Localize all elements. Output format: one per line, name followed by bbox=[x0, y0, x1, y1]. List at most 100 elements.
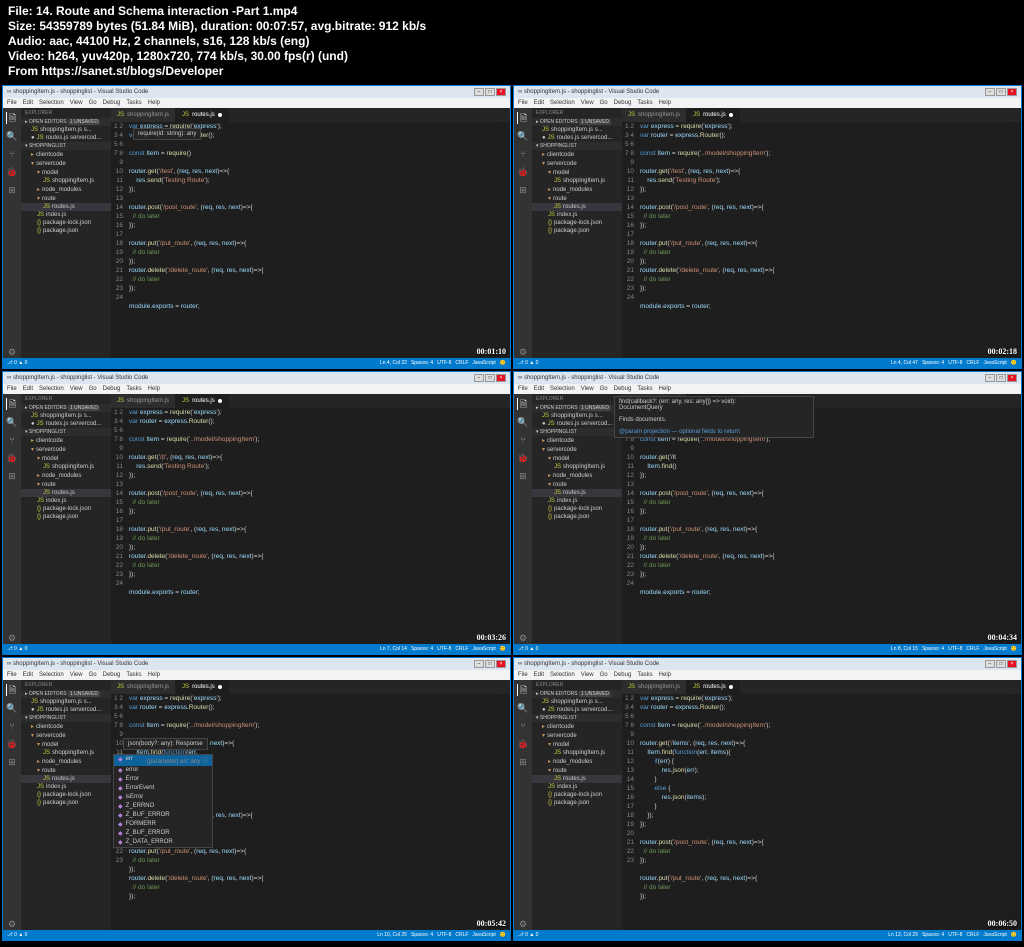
tree-item[interactable]: ▾ servercode bbox=[21, 731, 111, 740]
indent-info[interactable]: Spaces: 4 bbox=[411, 646, 433, 652]
suggestion-item[interactable]: ◆ Z_ERRNO bbox=[114, 802, 212, 811]
tree-item[interactable]: ▸ clientcode bbox=[532, 150, 622, 159]
open-editors-section[interactable]: ▸ OPEN EDITORS 1 UNSAVED bbox=[21, 690, 111, 698]
suggestion-item[interactable]: ◆ err (parameter) err: any ⓘ bbox=[114, 755, 212, 766]
tree-item[interactable]: ▾ servercode bbox=[532, 445, 622, 454]
project-section[interactable]: ▾ SHOPPINGLIST bbox=[532, 428, 622, 436]
menu-item[interactable]: Go bbox=[89, 100, 97, 106]
suggestion-item[interactable]: ◆ FORMERR bbox=[114, 820, 212, 829]
tree-item[interactable]: ▾ model bbox=[21, 168, 111, 177]
menu-item[interactable]: Go bbox=[600, 672, 608, 678]
search-icon[interactable]: 🔍 bbox=[517, 416, 529, 428]
open-editors-section[interactable]: ▸ OPEN EDITORS 1 UNSAVED bbox=[21, 404, 111, 412]
indent-info[interactable]: Spaces: 4 bbox=[411, 360, 433, 366]
menu-item[interactable]: View bbox=[581, 100, 594, 106]
tree-item[interactable]: {} package-lock.json bbox=[21, 219, 111, 227]
indent-info[interactable]: Spaces: 4 bbox=[411, 932, 433, 938]
tree-item[interactable]: JS index.js bbox=[21, 211, 111, 219]
explorer-icon[interactable]: 🗎 bbox=[517, 684, 529, 696]
debug-icon[interactable]: 🐞 bbox=[6, 166, 18, 178]
menu-item[interactable]: Selection bbox=[39, 672, 64, 678]
suggestion-item[interactable]: ◆ Error bbox=[114, 775, 212, 784]
git-branch[interactable]: ⎇ 0 ▲ 0 bbox=[518, 360, 538, 366]
explorer-icon[interactable]: 🗎 bbox=[517, 398, 529, 410]
menu-item[interactable]: File bbox=[7, 100, 17, 106]
tree-item[interactable]: JS shoppingItem.js bbox=[21, 177, 111, 185]
tree-item[interactable]: {} package.json bbox=[532, 799, 622, 807]
tree-item[interactable]: JS routes.js bbox=[532, 203, 622, 211]
project-section[interactable]: ▾ SHOPPINGLIST bbox=[532, 142, 622, 150]
cursor-position[interactable]: Ln 10, Col 25 bbox=[377, 932, 407, 938]
eol[interactable]: CRLF bbox=[966, 646, 979, 652]
menu-item[interactable]: Tasks bbox=[637, 100, 652, 106]
search-icon[interactable]: 🔍 bbox=[517, 130, 529, 142]
tree-item[interactable]: ▾ model bbox=[532, 168, 622, 177]
menu-item[interactable]: Edit bbox=[534, 672, 544, 678]
eol[interactable]: CRLF bbox=[455, 646, 468, 652]
minimap[interactable] bbox=[498, 694, 510, 930]
git-icon[interactable]: ⑂ bbox=[517, 434, 529, 446]
suggestion-item[interactable]: ◆ Z_DATA_ERROR bbox=[114, 838, 212, 847]
tree-item[interactable]: {} package-lock.json bbox=[532, 791, 622, 799]
minimap[interactable] bbox=[498, 122, 510, 358]
tree-item[interactable]: ▾ servercode bbox=[21, 445, 111, 454]
menu-item[interactable]: File bbox=[518, 672, 528, 678]
open-editor-item[interactable]: ● JS routes.js servercod... bbox=[21, 706, 111, 714]
open-editor-item[interactable]: JS shoppingItem.js s... bbox=[532, 698, 622, 706]
maximize-button[interactable]: □ bbox=[996, 660, 1006, 668]
minimap[interactable] bbox=[1009, 694, 1021, 930]
project-section[interactable]: ▾ SHOPPINGLIST bbox=[21, 142, 111, 150]
language-mode[interactable]: JavaScript bbox=[472, 932, 495, 938]
tree-item[interactable]: {} package.json bbox=[21, 799, 111, 807]
open-editor-item[interactable]: JS shoppingItem.js s... bbox=[21, 412, 111, 420]
tab[interactable]: JS routes.js bbox=[687, 108, 740, 122]
git-branch[interactable]: ⎇ 0 ▲ 0 bbox=[518, 932, 538, 938]
tree-item[interactable]: ▾ model bbox=[532, 740, 622, 749]
tree-item[interactable]: ▸ clientcode bbox=[532, 436, 622, 445]
close-button[interactable]: × bbox=[496, 660, 506, 668]
suggestion-item[interactable]: ◆ Z_BUF_ERROR bbox=[114, 811, 212, 820]
menu-item[interactable]: Edit bbox=[23, 672, 33, 678]
explorer-icon[interactable]: 🗎 bbox=[6, 398, 18, 410]
tree-item[interactable]: ▸ node_modules bbox=[21, 471, 111, 480]
explorer-icon[interactable]: 🗎 bbox=[517, 112, 529, 124]
tab[interactable]: JS shoppingItem.js bbox=[111, 108, 176, 122]
suggestion-item[interactable]: ◆ ErrorEvent bbox=[114, 784, 212, 793]
minimize-button[interactable]: − bbox=[474, 660, 484, 668]
tab[interactable]: JS routes.js bbox=[687, 680, 740, 694]
open-editors-section[interactable]: ▸ OPEN EDITORS 1 UNSAVED bbox=[532, 404, 622, 412]
tree-item[interactable]: JS shoppingItem.js bbox=[532, 749, 622, 757]
tree-item[interactable]: ▸ clientcode bbox=[532, 722, 622, 731]
tree-item[interactable]: ▾ servercode bbox=[532, 159, 622, 168]
git-branch[interactable]: ⎇ 0 ▲ 0 bbox=[7, 646, 27, 652]
tree-item[interactable]: ▸ node_modules bbox=[532, 185, 622, 194]
minimize-button[interactable]: − bbox=[985, 374, 995, 382]
debug-icon[interactable]: 🐞 bbox=[517, 738, 529, 750]
language-mode[interactable]: JavaScript bbox=[983, 932, 1006, 938]
open-editor-item[interactable]: ● JS routes.js servercod... bbox=[532, 706, 622, 714]
tree-item[interactable]: JS shoppingItem.js bbox=[532, 177, 622, 185]
menu-item[interactable]: File bbox=[7, 386, 17, 392]
settings-icon[interactable]: ⚙ bbox=[6, 346, 18, 358]
suggestion-list[interactable]: ◆ err (parameter) err: any ⓘ◆ error◆ Err… bbox=[113, 754, 213, 848]
minimize-button[interactable]: − bbox=[474, 88, 484, 96]
tree-item[interactable]: JS shoppingItem.js bbox=[21, 463, 111, 471]
tree-item[interactable]: ▾ model bbox=[21, 740, 111, 749]
open-editors-section[interactable]: ▸ OPEN EDITORS 1 UNSAVED bbox=[532, 118, 622, 126]
maximize-button[interactable]: □ bbox=[485, 374, 495, 382]
menu-item[interactable]: Help bbox=[659, 672, 671, 678]
menu-item[interactable]: Debug bbox=[614, 386, 632, 392]
extensions-icon[interactable]: ⊞ bbox=[6, 756, 18, 768]
menu-item[interactable]: View bbox=[70, 100, 83, 106]
extensions-icon[interactable]: ⊞ bbox=[6, 184, 18, 196]
encoding[interactable]: UTF-8 bbox=[948, 932, 962, 938]
menu-item[interactable]: Debug bbox=[103, 386, 121, 392]
explorer-icon[interactable]: 🗎 bbox=[6, 112, 18, 124]
language-mode[interactable]: JavaScript bbox=[983, 360, 1006, 366]
code-editor[interactable]: 1 2 3 4 5 6 7 8 9 10 11 12 13 14 15 16 1… bbox=[622, 694, 1021, 930]
suggestion-item[interactable]: ◆ error bbox=[114, 766, 212, 775]
tree-item[interactable]: JS routes.js bbox=[21, 489, 111, 497]
tree-item[interactable]: ▸ clientcode bbox=[21, 150, 111, 159]
tree-item[interactable]: ▸ node_modules bbox=[21, 757, 111, 766]
cursor-position[interactable]: Ln 8, Col 15 bbox=[891, 646, 918, 652]
